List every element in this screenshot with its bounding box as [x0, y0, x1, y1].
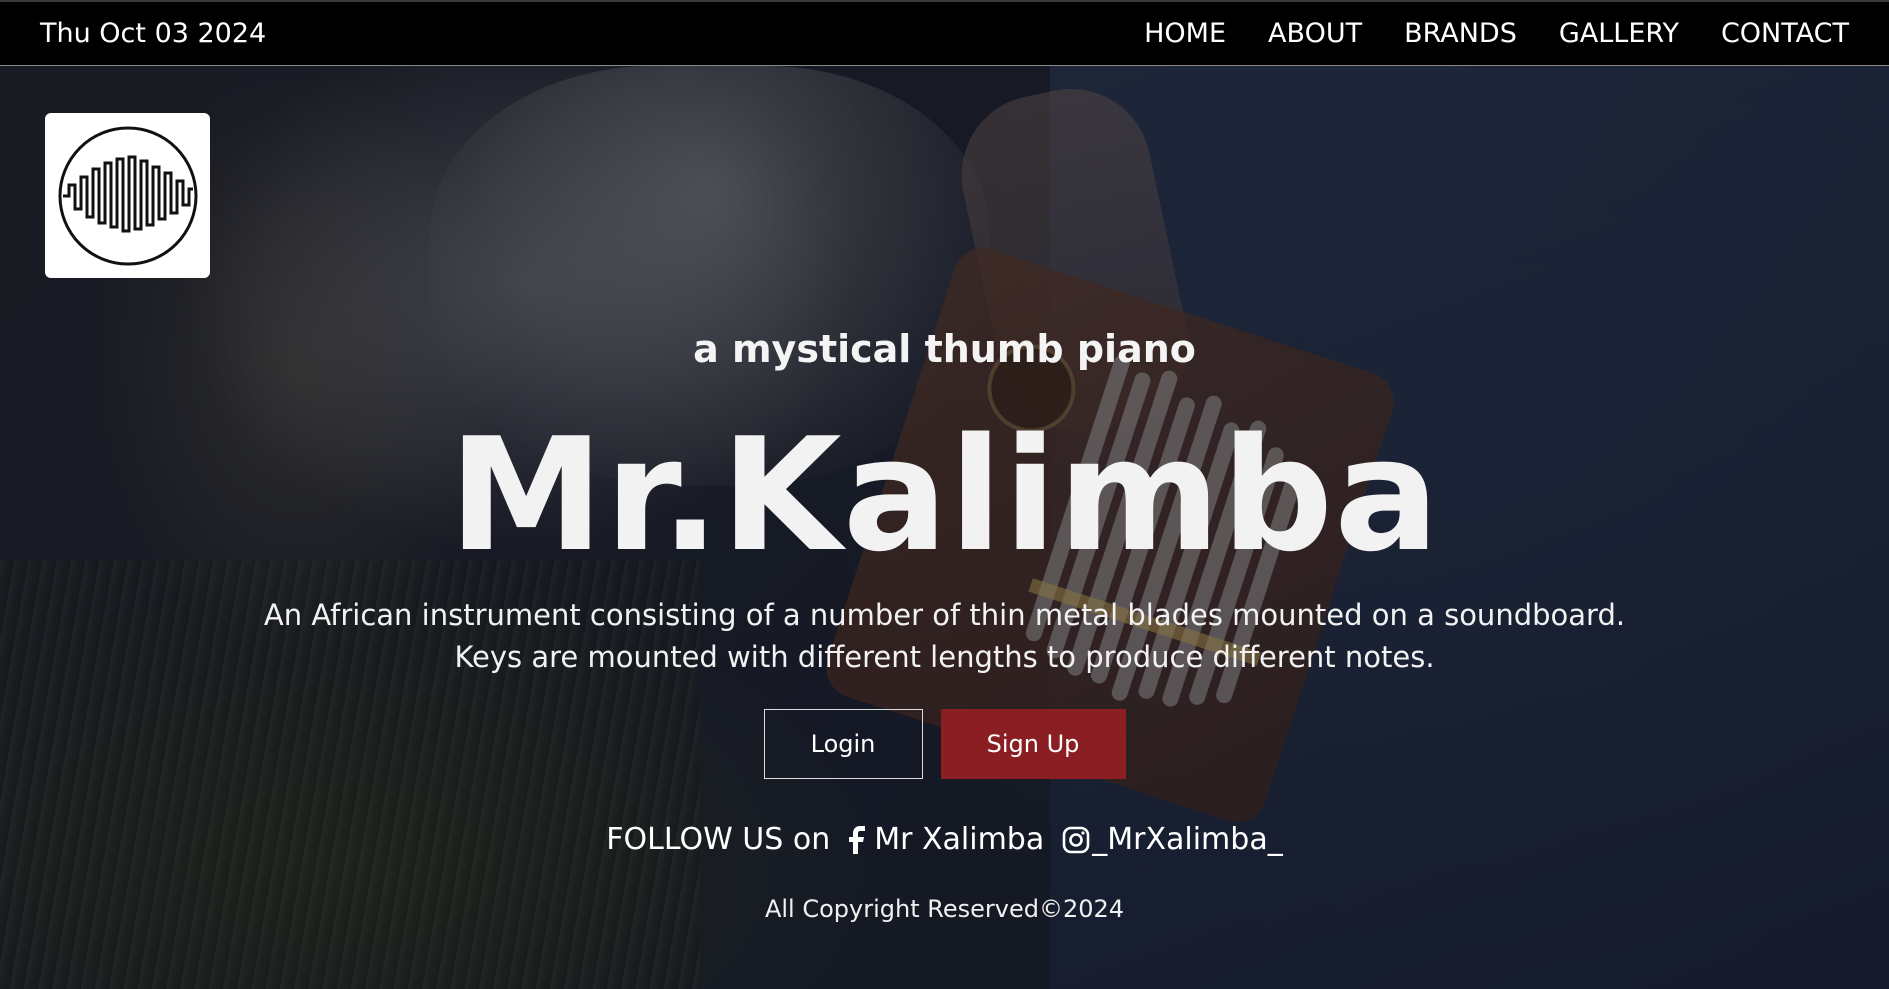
nav-brands-link[interactable]: BRANDS: [1404, 17, 1517, 51]
instagram-link[interactable]: _MrXalimba_: [1062, 820, 1283, 860]
facebook-link[interactable]: Mr Xalimba: [848, 820, 1044, 860]
facebook-handle: Mr Xalimba: [874, 822, 1045, 857]
current-date: Thu Oct 03 2024: [40, 18, 267, 49]
brand-title: Mr.Kalimba: [448, 404, 1441, 586]
top-navigation-bar: Thu Oct 03 2024 HOME ABOUT BRANDS GALLER…: [0, 0, 1889, 66]
nav-about-link[interactable]: ABOUT: [1268, 17, 1362, 51]
hero-tagline: a mystical thumb piano: [693, 327, 1196, 371]
nav-contact-link[interactable]: CONTACT: [1721, 17, 1849, 51]
soundwave-logo-icon: [58, 126, 198, 266]
signup-button[interactable]: Sign Up: [940, 709, 1126, 779]
site-logo[interactable]: [45, 113, 210, 278]
instagram-handle: _MrXalimba_: [1092, 822, 1283, 857]
description-line-1: An African instrument consisting of a nu…: [263, 598, 1626, 632]
follow-us-row: FOLLOW US on Mr Xalimba _MrXalimba_: [0, 820, 1889, 860]
copyright-text: All Copyright Reserved©2024: [764, 895, 1125, 923]
hero-description: An African instrument consisting of a nu…: [0, 594, 1889, 678]
main-nav: HOME ABOUT BRANDS GALLERY CONTACT: [1102, 17, 1849, 51]
login-button[interactable]: Login: [763, 709, 923, 779]
facebook-icon: [848, 826, 866, 854]
description-line-2: Keys are mounted with different lengths …: [454, 640, 1435, 674]
nav-gallery-link[interactable]: GALLERY: [1559, 17, 1679, 51]
auth-buttons: Login Sign Up: [0, 709, 1889, 779]
page: Thu Oct 03 2024 HOME ABOUT BRANDS GALLER…: [0, 0, 1889, 989]
nav-home-link[interactable]: HOME: [1144, 17, 1226, 51]
instagram-icon: [1062, 826, 1090, 854]
follow-us-label: FOLLOW US on: [606, 822, 831, 857]
